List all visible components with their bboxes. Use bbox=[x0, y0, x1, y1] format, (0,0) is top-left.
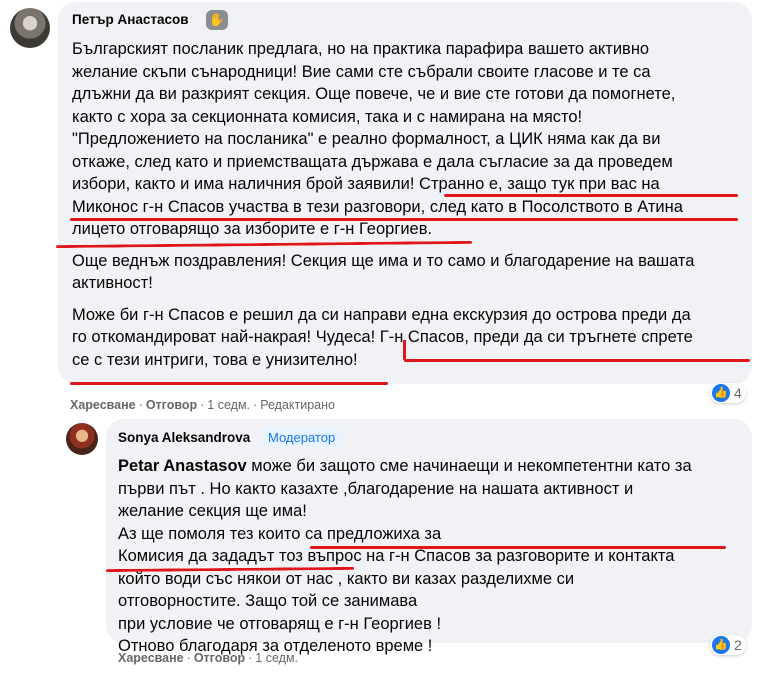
comment-line-text: може би защото сме начинаещи и некомпете… bbox=[246, 457, 692, 475]
separator: · bbox=[253, 398, 258, 412]
reaction-summary[interactable]: 👍 4 bbox=[710, 383, 746, 403]
comment-line: първи път . Но както казахте ,благодарен… bbox=[118, 479, 634, 498]
avatar[interactable] bbox=[10, 8, 50, 48]
separator: · bbox=[138, 398, 143, 412]
comment-line: при условие че отговарящ е г-н Георгиев … bbox=[118, 614, 442, 633]
comment-text: Българският посланик предлага, но на пра… bbox=[72, 38, 694, 371]
comment-line: го откомандироват най-накрая! Чудеса! Г-… bbox=[72, 328, 693, 346]
annotation-underline bbox=[404, 359, 750, 362]
avatar[interactable] bbox=[66, 423, 98, 455]
like-icon: 👍 bbox=[712, 384, 730, 402]
comment-line: "Предложението на посланика" е реално фо… bbox=[72, 130, 661, 148]
comment-line: желание скъпи сънародници! Вие сами сте … bbox=[72, 62, 651, 81]
comment-line: длъжни да ви разкрият секция. Още повече… bbox=[72, 85, 676, 103]
comment-line: избори, както и има наличния брой заявил… bbox=[72, 175, 660, 193]
comment-line: откаже, след като и приемстващата държав… bbox=[72, 152, 673, 171]
comment-actions: Харесване · Отговор · 1 седм. · Редактирано bbox=[70, 398, 335, 412]
annotation-underline bbox=[444, 194, 738, 197]
comment-author[interactable]: Петър Анастасов bbox=[72, 12, 189, 27]
comment-line: Още веднъж поздравления! Секция ще има и… bbox=[72, 251, 695, 270]
separator: · bbox=[186, 651, 191, 665]
timestamp[interactable]: 1 седм. bbox=[255, 651, 298, 665]
comment-line: активност! bbox=[72, 274, 153, 292]
wave-icon: ✋ bbox=[206, 10, 228, 30]
comment-line: Българският посланик предлага, но на пра… bbox=[72, 40, 650, 58]
comment-paragraph: Petar Anastasov може би защото сме начин… bbox=[118, 455, 692, 658]
comment-actions: Харесване · Отговор · 1 седм. bbox=[118, 651, 298, 665]
annotation-underline bbox=[310, 546, 726, 549]
timestamp[interactable]: 1 седм. bbox=[207, 398, 250, 412]
like-icon: 👍 bbox=[712, 636, 730, 654]
annotation-mark bbox=[403, 340, 406, 360]
reply-button[interactable]: Отговор bbox=[194, 651, 245, 665]
reaction-count: 4 bbox=[734, 385, 742, 401]
reply-button[interactable]: Отговор bbox=[146, 398, 197, 412]
moderator-badge: Модератор bbox=[262, 428, 342, 447]
comment-paragraph: Още веднъж поздравления! Секция ще има и… bbox=[72, 250, 694, 295]
comment-line: лицето отговарящо за изборите е г-н Геор… bbox=[72, 220, 433, 238]
comment-line: Petar Anastasov може би защото сме начин… bbox=[118, 455, 692, 478]
annotation-underline bbox=[70, 218, 738, 221]
comment-line: Аз ще помоля тез които са предложиха за bbox=[118, 524, 442, 543]
like-button[interactable]: Харесване bbox=[118, 651, 184, 665]
comment-line: както с хора за секционната комисия, так… bbox=[72, 107, 583, 126]
comment-line: желание секция ще има! bbox=[118, 502, 307, 520]
comment-line: Може би г-н Спасов е решил да си направи… bbox=[72, 305, 691, 324]
separator: · bbox=[200, 398, 205, 412]
comment-line: отговорностите. Защо той се занимава bbox=[118, 592, 418, 610]
reaction-summary[interactable]: 👍 2 bbox=[710, 635, 746, 655]
annotation-underline bbox=[70, 382, 388, 385]
mention-link[interactable]: Petar Anastasov bbox=[118, 457, 247, 475]
reaction-count: 2 bbox=[734, 637, 742, 653]
comment-author[interactable]: Sonya Aleksandrova bbox=[118, 430, 250, 445]
comment-text: Petar Anastasov може би защото сме начин… bbox=[118, 455, 692, 658]
like-button[interactable]: Харесване bbox=[70, 398, 136, 412]
comment-paragraph: Българският посланик предлага, но на пра… bbox=[72, 38, 694, 241]
edited-label[interactable]: Редактирано bbox=[260, 398, 335, 412]
comment-line: Миконос г-н Спасов участва в тези разгов… bbox=[72, 197, 683, 216]
separator: · bbox=[248, 651, 253, 665]
